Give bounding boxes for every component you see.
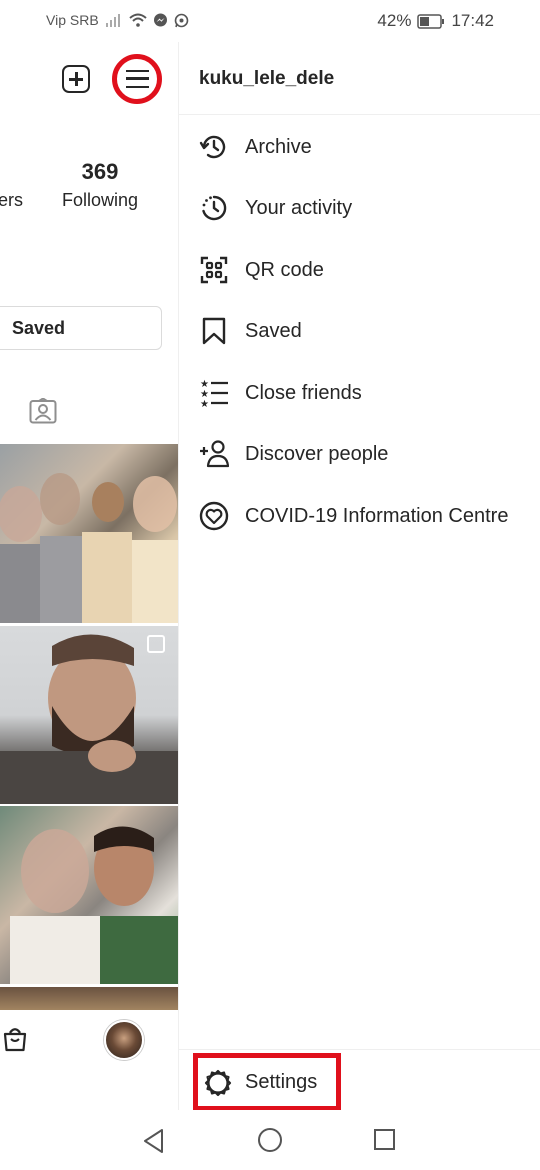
profile-avatar[interactable] — [104, 1020, 144, 1060]
clock: 17:42 — [451, 11, 494, 30]
signal-icon — [105, 14, 120, 27]
menu-item-label: Archive — [245, 135, 312, 158]
side-drawer: kuku_lele_dele Archive Your activity QR … — [178, 42, 540, 1111]
add-person-icon — [200, 440, 229, 468]
qr-code-icon — [200, 256, 228, 284]
grid-photo[interactable] — [0, 444, 178, 623]
followers-label[interactable]: ers — [0, 190, 23, 211]
battery-percent: 42% — [377, 11, 412, 30]
saved-button-label: Saved — [12, 317, 66, 338]
battery-icon — [417, 13, 445, 29]
wifi-icon — [129, 13, 147, 27]
menu-item-label: Saved — [245, 319, 302, 342]
tagged-tab-icon[interactable] — [29, 398, 57, 424]
menu-item-discover-people[interactable]: Discover people — [179, 426, 540, 482]
close-friends-list-icon: ★ ★ ★ — [200, 379, 228, 408]
menu-item-saved[interactable]: Saved — [179, 303, 540, 359]
following-label[interactable]: Following — [56, 190, 144, 211]
menu-item-archive[interactable]: Archive — [179, 119, 540, 175]
bottom-nav — [0, 1010, 178, 1070]
multi-select-checkbox[interactable] — [147, 635, 165, 653]
settings-label: Settings — [245, 1070, 318, 1093]
menu-item-your-activity[interactable]: Your activity — [179, 180, 540, 236]
recent-apps-icon[interactable] — [374, 1129, 395, 1150]
shop-bag-icon[interactable] — [2, 1026, 28, 1052]
profile-panel: 369 ers Following Saved — [0, 42, 178, 1110]
archive-icon — [199, 135, 226, 159]
menu-item-label: Close friends — [245, 381, 362, 404]
saved-button[interactable]: Saved — [0, 306, 162, 350]
settings-button-highlighted[interactable]: Settings — [193, 1053, 341, 1111]
carrier-label: Vip SRB — [46, 12, 99, 28]
drawer-footer: Settings — [179, 1049, 540, 1111]
new-post-icon[interactable] — [62, 65, 90, 93]
menu-item-label: QR code — [245, 258, 324, 281]
menu-item-covid-info[interactable]: COVID-19 Information Centre — [179, 488, 540, 544]
status-left: Vip SRB — [46, 12, 189, 28]
messenger-icon — [153, 13, 167, 26]
gear-icon — [204, 1069, 232, 1097]
drawer-username: kuku_lele_dele — [199, 68, 335, 89]
status-bar: Vip SRB 42% 17:42 — [0, 0, 540, 42]
status-right: 42% 17:42 — [377, 11, 494, 31]
activity-icon — [202, 195, 227, 221]
menu-button-highlighted[interactable] — [112, 54, 162, 104]
menu-item-label: COVID-19 Information Centre — [245, 504, 509, 527]
home-icon[interactable] — [258, 1128, 282, 1152]
menu-item-close-friends[interactable]: ★ ★ ★ Close friends — [179, 365, 540, 421]
back-icon[interactable] — [142, 1128, 168, 1154]
menu-item-label: Discover people — [245, 442, 389, 465]
grid-photo[interactable] — [0, 806, 178, 984]
android-nav-bar — [0, 1110, 540, 1170]
heart-badge-icon — [199, 501, 229, 531]
bookmark-icon — [202, 317, 226, 345]
menu-item-label: Your activity — [245, 196, 353, 219]
drawer-header: kuku_lele_dele — [179, 42, 540, 115]
hamburger-icon — [126, 70, 149, 88]
following-count[interactable]: 369 — [60, 159, 140, 185]
svg-text:★: ★ — [200, 399, 209, 408]
menu-item-qr-code[interactable]: QR code — [179, 242, 540, 298]
whatsapp-icon — [174, 13, 188, 27]
